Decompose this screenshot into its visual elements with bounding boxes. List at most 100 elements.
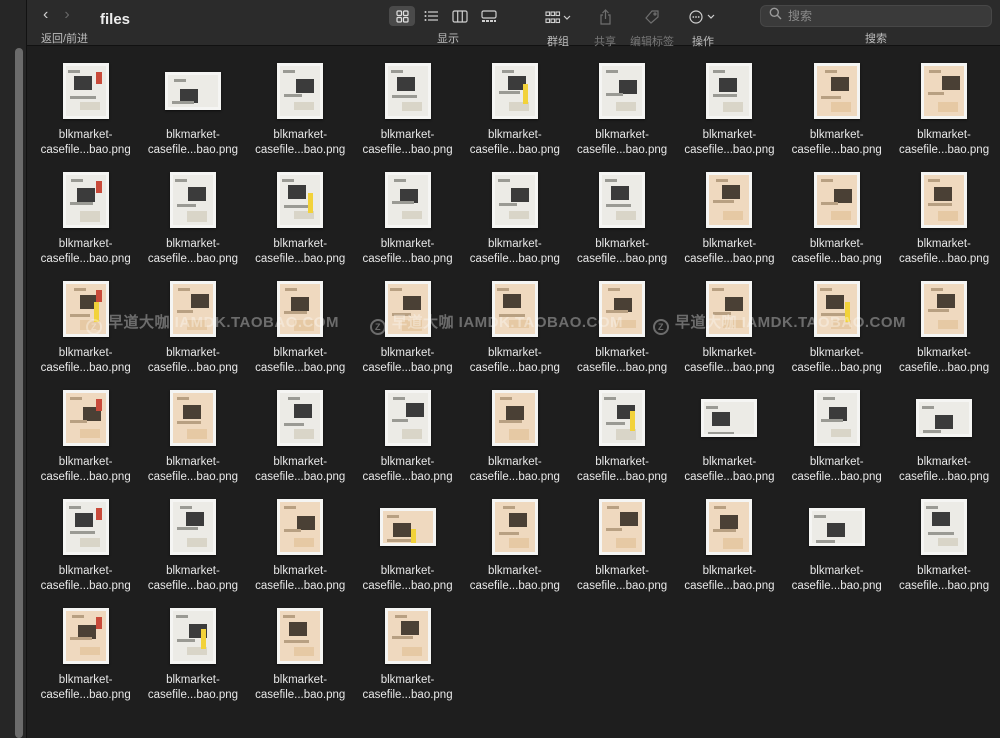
file-thumbnail[interactable]	[813, 172, 860, 228]
file-item[interactable]: blkmarket-casefile...bao.png	[32, 169, 139, 278]
file-thumbnail[interactable]	[169, 390, 216, 446]
chevron-left-icon[interactable]: ‹	[43, 6, 48, 24]
file-item[interactable]: blkmarket-casefile...bao.png	[32, 387, 139, 496]
file-item[interactable]: blkmarket-casefile...bao.png	[890, 169, 997, 278]
thumbnail-detail	[79, 429, 100, 438]
search-input[interactable]	[788, 9, 978, 23]
thumbnail-wrapper	[46, 387, 126, 449]
file-thumbnail[interactable]	[62, 390, 109, 446]
file-thumbnail[interactable]	[706, 63, 753, 119]
file-item[interactable]: blkmarket-casefile...bao.png	[890, 496, 997, 605]
file-thumbnail[interactable]	[277, 608, 324, 664]
file-item[interactable]: blkmarket-casefile...bao.png	[783, 496, 890, 605]
file-item[interactable]: blkmarket-casefile...bao.png	[139, 169, 246, 278]
search-field[interactable]	[760, 5, 992, 27]
file-thumbnail[interactable]	[277, 172, 324, 228]
file-thumbnail[interactable]	[921, 281, 968, 337]
file-thumbnail[interactable]	[916, 399, 973, 437]
file-item[interactable]: blkmarket-casefile...bao.png	[676, 496, 783, 605]
file-thumbnail[interactable]	[277, 499, 324, 555]
file-item[interactable]: blkmarket-casefile...bao.png	[32, 60, 139, 169]
file-thumbnail[interactable]	[491, 63, 538, 119]
file-thumbnail[interactable]	[491, 390, 538, 446]
file-item[interactable]: blkmarket-casefile...bao.png	[676, 60, 783, 169]
file-thumbnail[interactable]	[491, 172, 538, 228]
action-button[interactable]: 操作	[689, 6, 717, 49]
file-item[interactable]: blkmarket-casefile...bao.png	[461, 169, 568, 278]
file-item[interactable]: blkmarket-casefile...bao.png	[354, 496, 461, 605]
file-thumbnail[interactable]	[701, 399, 758, 437]
file-item[interactable]: blkmarket-casefile...bao.png	[461, 496, 568, 605]
file-thumbnail[interactable]	[62, 499, 109, 555]
file-item[interactable]: blkmarket-casefile...bao.png	[354, 605, 461, 714]
file-thumbnail[interactable]	[277, 63, 324, 119]
file-thumbnail[interactable]	[164, 72, 221, 110]
file-thumbnail[interactable]	[62, 172, 109, 228]
file-item[interactable]: blkmarket-casefile...bao.png	[783, 60, 890, 169]
file-thumbnail[interactable]	[921, 172, 968, 228]
file-thumbnail[interactable]	[808, 508, 865, 546]
grid-view-icon[interactable]	[389, 6, 415, 26]
sidebar-scrollbar[interactable]	[15, 48, 23, 738]
thumbnail-detail	[713, 94, 738, 97]
file-item[interactable]: blkmarket-casefile...bao.png	[139, 496, 246, 605]
file-thumbnail[interactable]	[384, 172, 431, 228]
edit-tags-button[interactable]: 编辑标签	[630, 6, 674, 49]
list-view-icon[interactable]	[418, 6, 444, 26]
file-thumbnail[interactable]	[169, 499, 216, 555]
file-thumbnail[interactable]	[706, 172, 753, 228]
file-item[interactable]: blkmarket-casefile...bao.png	[568, 496, 675, 605]
file-thumbnail[interactable]	[921, 499, 968, 555]
file-item[interactable]: blkmarket-casefile...bao.png	[783, 169, 890, 278]
file-item[interactable]: blkmarket-casefile...bao.png	[568, 169, 675, 278]
file-item[interactable]: blkmarket-casefile...bao.png	[247, 496, 354, 605]
file-thumbnail[interactable]	[384, 63, 431, 119]
file-item[interactable]: blkmarket-casefile...bao.png	[32, 605, 139, 714]
file-thumbnail[interactable]	[813, 63, 860, 119]
thumbnail-wrapper	[689, 169, 769, 231]
file-thumbnail[interactable]	[921, 63, 968, 119]
gallery-view-icon[interactable]	[476, 6, 502, 26]
file-thumbnail[interactable]	[379, 508, 436, 546]
file-item[interactable]: blkmarket-casefile...bao.png	[783, 387, 890, 496]
file-item[interactable]: blkmarket-casefile...bao.png	[568, 387, 675, 496]
file-item[interactable]: blkmarket-casefile...bao.png	[139, 605, 246, 714]
file-thumbnail[interactable]	[277, 390, 324, 446]
file-item[interactable]: blkmarket-casefile...bao.png	[461, 60, 568, 169]
file-thumbnail[interactable]	[169, 608, 216, 664]
file-thumbnail[interactable]	[62, 608, 109, 664]
file-thumbnail[interactable]	[599, 172, 646, 228]
file-thumbnail[interactable]	[491, 499, 538, 555]
file-item[interactable]: blkmarket-casefile...bao.png	[890, 60, 997, 169]
column-view-icon[interactable]	[447, 6, 473, 26]
file-item[interactable]: blkmarket-casefile...bao.png	[247, 169, 354, 278]
file-thumbnail[interactable]	[599, 63, 646, 119]
file-thumbnail[interactable]	[599, 390, 646, 446]
file-item[interactable]: blkmarket-casefile...bao.png	[139, 60, 246, 169]
file-thumbnail[interactable]	[62, 63, 109, 119]
file-item[interactable]: blkmarket-casefile...bao.png	[354, 387, 461, 496]
file-item[interactable]: blkmarket-casefile...bao.png	[247, 605, 354, 714]
file-thumbnail[interactable]	[813, 390, 860, 446]
group-button[interactable]: 群组	[545, 6, 571, 49]
file-item[interactable]: blkmarket-casefile...bao.png	[461, 387, 568, 496]
file-item[interactable]: blkmarket-casefile...bao.png	[890, 278, 997, 387]
chevron-right-icon[interactable]: ›	[64, 6, 69, 24]
file-thumbnail[interactable]	[384, 608, 431, 664]
file-thumbnail[interactable]	[169, 172, 216, 228]
file-item[interactable]: blkmarket-casefile...bao.png	[247, 60, 354, 169]
file-item[interactable]: blkmarket-casefile...bao.png	[890, 387, 997, 496]
file-item[interactable]: blkmarket-casefile...bao.png	[568, 60, 675, 169]
file-name: blkmarket-casefile...bao.png	[470, 564, 560, 594]
file-item[interactable]: blkmarket-casefile...bao.png	[354, 169, 461, 278]
file-item[interactable]: blkmarket-casefile...bao.png	[676, 169, 783, 278]
file-item[interactable]: blkmarket-casefile...bao.png	[676, 387, 783, 496]
file-thumbnail[interactable]	[706, 499, 753, 555]
file-item[interactable]: blkmarket-casefile...bao.png	[247, 387, 354, 496]
file-thumbnail[interactable]	[599, 499, 646, 555]
file-item[interactable]: blkmarket-casefile...bao.png	[354, 60, 461, 169]
file-thumbnail[interactable]	[384, 390, 431, 446]
file-item[interactable]: blkmarket-casefile...bao.png	[139, 387, 246, 496]
share-button[interactable]: 共享	[594, 6, 616, 49]
file-item[interactable]: blkmarket-casefile...bao.png	[32, 496, 139, 605]
